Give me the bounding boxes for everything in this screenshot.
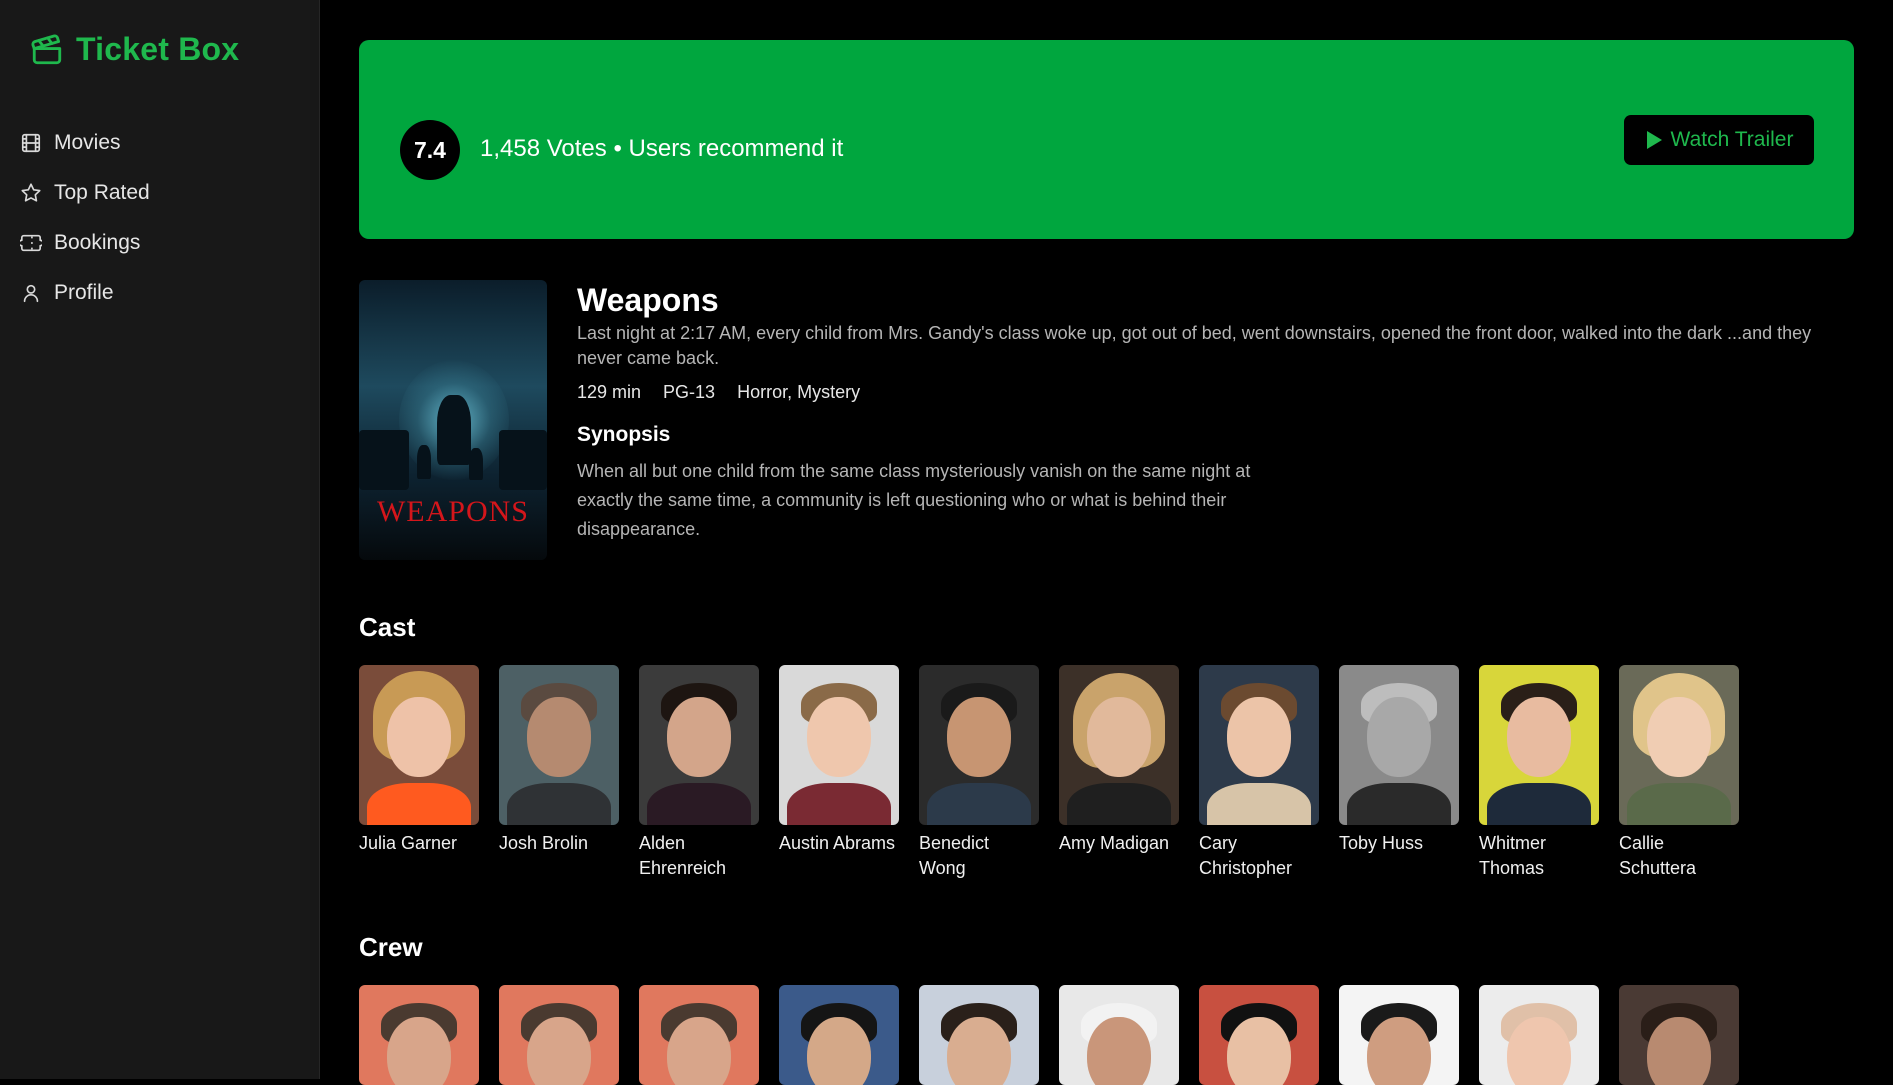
crew-member[interactable] bbox=[919, 985, 1039, 1085]
sidebar-item-bookings[interactable]: Bookings bbox=[20, 218, 150, 268]
cast-member[interactable]: Julia Garner bbox=[359, 665, 479, 881]
user-icon bbox=[23, 284, 39, 303]
runtime: 129 min bbox=[577, 382, 642, 402]
avatar bbox=[919, 985, 1039, 1085]
cast-member[interactable]: Amy Madigan bbox=[1059, 665, 1179, 881]
sidebar-item-label: Bookings bbox=[54, 231, 141, 254]
movie-poster: WEAPONS bbox=[359, 280, 547, 560]
avatar bbox=[639, 985, 759, 1085]
cast-name: Whitmer Thomas bbox=[1479, 833, 1546, 878]
avatar bbox=[1619, 665, 1739, 825]
cast-list: Julia Garner Josh Brolin Alden Ehrenreic… bbox=[359, 665, 1739, 881]
cast-name: Josh Brolin bbox=[499, 833, 589, 853]
crew-list bbox=[359, 985, 1739, 1085]
cast-name: Alden Ehrenreich bbox=[639, 833, 727, 878]
crew-member[interactable] bbox=[639, 985, 759, 1085]
sidebar-nav: Movies Top Rated Bookings Profile bbox=[20, 118, 150, 318]
film-icon bbox=[21, 133, 41, 153]
avatar bbox=[1199, 665, 1319, 825]
synopsis-text: When all but one child from the same cla… bbox=[577, 461, 1251, 539]
cast-member[interactable]: Whitmer Thomas bbox=[1479, 665, 1599, 881]
avatar bbox=[1619, 985, 1739, 1085]
poster-title: WEAPONS bbox=[376, 495, 529, 528]
cast-member[interactable]: Austin Abrams bbox=[779, 665, 899, 881]
rating-badge: 7.4 bbox=[400, 120, 460, 180]
movie-title: Weapons bbox=[577, 282, 719, 318]
crew-member[interactable] bbox=[1479, 985, 1599, 1085]
crew-member[interactable] bbox=[359, 985, 479, 1085]
cast-name: Julia Garner bbox=[359, 833, 458, 853]
avatar bbox=[1059, 665, 1179, 825]
age-rating: PG-13 bbox=[663, 382, 716, 402]
avatar bbox=[1339, 985, 1459, 1085]
avatar bbox=[1199, 985, 1319, 1085]
crew-member[interactable] bbox=[1059, 985, 1179, 1085]
avatar bbox=[1339, 665, 1459, 825]
cast-member[interactable]: Cary Christopher bbox=[1199, 665, 1319, 881]
cast-name: Callie Schuttera bbox=[1619, 833, 1697, 878]
avatar bbox=[779, 985, 899, 1085]
movie-tagline: Last night at 2:17 AM, every child from … bbox=[577, 323, 1812, 368]
avatar bbox=[499, 665, 619, 825]
cast-member[interactable]: Toby Huss bbox=[1339, 665, 1459, 881]
crew-heading: Crew bbox=[359, 932, 423, 962]
avatar bbox=[779, 665, 899, 825]
ticket-icon bbox=[20, 234, 42, 252]
cast-heading: Cast bbox=[359, 612, 416, 642]
cast-member[interactable]: Alden Ehrenreich bbox=[639, 665, 759, 881]
crew-member[interactable] bbox=[1619, 985, 1739, 1085]
synopsis-heading: Synopsis bbox=[577, 423, 671, 446]
votes-text: 1,458 Votes • Users recommend it bbox=[480, 135, 844, 162]
sidebar-item-label: Movies bbox=[54, 131, 121, 154]
brand-logo[interactable]: Ticket Box bbox=[30, 31, 239, 68]
sidebar: Ticket Box Movies Top Rated Bookings Pro… bbox=[0, 0, 320, 1079]
avatar bbox=[359, 985, 479, 1085]
sidebar-item-top-rated[interactable]: Top Rated bbox=[20, 168, 150, 218]
crew-member[interactable] bbox=[1199, 985, 1319, 1085]
watch-trailer-label: Watch Trailer bbox=[1670, 128, 1794, 151]
crew-member[interactable] bbox=[779, 985, 899, 1085]
cast-name: Benedict Wong bbox=[919, 833, 990, 878]
avatar bbox=[639, 665, 759, 825]
crew-member[interactable] bbox=[499, 985, 619, 1085]
cast-member[interactable]: Josh Brolin bbox=[499, 665, 619, 881]
app-name: Ticket Box bbox=[76, 31, 240, 67]
watch-trailer-button[interactable]: Watch Trailer bbox=[1624, 115, 1814, 165]
avatar bbox=[499, 985, 619, 1085]
cast-member[interactable]: Callie Schuttera bbox=[1619, 665, 1739, 881]
avatar bbox=[1479, 665, 1599, 825]
sidebar-item-label: Profile bbox=[54, 281, 114, 304]
sidebar-item-profile[interactable]: Profile bbox=[20, 268, 150, 318]
cast-name: Austin Abrams bbox=[779, 833, 896, 853]
star-icon bbox=[21, 183, 41, 202]
cast-member[interactable]: Benedict Wong bbox=[919, 665, 1039, 881]
sidebar-item-label: Top Rated bbox=[54, 181, 150, 204]
play-icon bbox=[1646, 131, 1662, 149]
cast-name: Toby Huss bbox=[1339, 833, 1424, 853]
avatar bbox=[1059, 985, 1179, 1085]
sidebar-item-movies[interactable]: Movies bbox=[20, 118, 150, 168]
rating-banner: 7.4 1,458 Votes • Users recommend it Wat… bbox=[359, 40, 1854, 239]
movie-meta: 129 min PG-13 Horror, Mystery bbox=[577, 382, 860, 403]
avatar bbox=[919, 665, 1039, 825]
cast-name: Amy Madigan bbox=[1059, 833, 1170, 853]
cast-name: Cary Christopher bbox=[1199, 833, 1293, 878]
crew-member[interactable] bbox=[1339, 985, 1459, 1085]
clapperboard-icon bbox=[31, 33, 62, 64]
avatar bbox=[359, 665, 479, 825]
avatar bbox=[1479, 985, 1599, 1085]
genres: Horror, Mystery bbox=[737, 382, 861, 402]
